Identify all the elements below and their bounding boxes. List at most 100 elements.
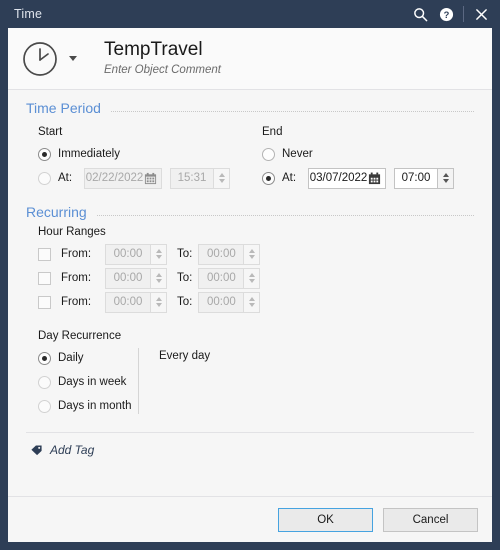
days-in-month-label: Days in month	[58, 400, 132, 412]
end-label: End	[262, 126, 283, 138]
object-titles: TempTravel Enter Object Comment	[104, 39, 221, 78]
hour-range-to-stepper[interactable]	[244, 291, 261, 313]
start-immediately-label: Immediately	[58, 148, 120, 160]
stepper-up-icon	[248, 273, 255, 277]
object-comment[interactable]: Enter Object Comment	[104, 62, 221, 78]
hour-range-to-stepper[interactable]	[244, 243, 261, 265]
hour-ranges-label: Hour Ranges	[38, 226, 106, 238]
stepper-down-icon	[442, 179, 449, 183]
start-at-radio[interactable]	[38, 171, 51, 185]
stepper-down-icon	[248, 303, 255, 307]
dialog-content: Time Period Start Immediately At: 02/22/…	[8, 90, 492, 496]
hour-range-from-label: From:	[61, 248, 92, 260]
start-at-row[interactable]: At: 02/22/2022 15:31	[38, 166, 250, 190]
object-header: TempTravel Enter Object Comment	[8, 28, 492, 90]
daily-label: Daily	[58, 352, 84, 364]
object-name: TempTravel	[104, 39, 203, 60]
hour-range-to-input[interactable]: 00:00	[198, 243, 245, 265]
hour-range-to-label: To:	[177, 272, 193, 284]
tag-icon	[31, 444, 42, 455]
start-time-input[interactable]: 15:31	[170, 167, 214, 189]
start-immediately-radio[interactable]	[38, 147, 51, 161]
hour-range-from-stepper[interactable]	[151, 243, 167, 265]
title-bar: Time ?	[0, 0, 500, 28]
hour-range-from-input[interactable]: 00:00	[105, 291, 151, 313]
hour-range-row: From: 00:00 To: 00:00	[38, 242, 474, 266]
hour-range-row: From: 00:00 To: 00:00	[38, 266, 474, 290]
day-recurrence-label: Day Recurrence	[38, 330, 122, 342]
stepper-down-icon	[248, 279, 255, 283]
hour-range-row: From: 00:00 To: 00:00	[38, 290, 474, 314]
search-icon[interactable]	[407, 1, 433, 27]
end-time-stepper[interactable]	[438, 167, 454, 189]
close-icon[interactable]	[468, 1, 494, 27]
window-title: Time	[14, 7, 43, 21]
end-time-input[interactable]: 07:00	[394, 167, 438, 189]
hour-range-checkbox[interactable]	[38, 247, 51, 261]
end-never-radio-row[interactable]: Never	[262, 142, 474, 166]
hour-range-from-stepper[interactable]	[151, 291, 167, 313]
ok-button[interactable]: OK	[278, 507, 373, 532]
chevron-down-icon	[69, 56, 77, 61]
hour-range-to-input[interactable]: 00:00	[198, 267, 245, 289]
start-date-input[interactable]: 02/22/2022	[84, 167, 162, 189]
end-at-row[interactable]: At: 03/07/2022 07:00	[262, 166, 474, 190]
day-recurrence-option-daily[interactable]: Daily	[38, 346, 138, 370]
day-recurrence-option-days-in-month[interactable]: Days in month	[38, 394, 138, 418]
hour-range-to-stepper[interactable]	[244, 267, 261, 289]
stepper-up-icon	[155, 249, 162, 253]
daily-radio[interactable]	[38, 351, 51, 365]
hour-range-from-input[interactable]: 00:00	[105, 243, 151, 265]
stepper-up-icon	[155, 297, 162, 301]
hour-range-checkbox[interactable]	[38, 295, 51, 309]
hour-range-from-label: From:	[61, 296, 92, 308]
stepper-down-icon	[155, 279, 162, 283]
hour-range-to-input[interactable]: 00:00	[198, 291, 245, 313]
help-icon[interactable]: ?	[433, 1, 459, 27]
days-in-month-radio[interactable]	[38, 399, 51, 413]
day-recurrence-group: Daily Days in week Days in month Every d…	[26, 346, 474, 418]
hour-range-checkbox[interactable]	[38, 271, 51, 285]
clock-icon	[20, 39, 60, 79]
days-in-week-label: Days in week	[58, 376, 127, 388]
section-title: Recurring	[26, 204, 87, 220]
hour-range-from-input[interactable]: 00:00	[105, 267, 151, 289]
start-immediately-radio-row[interactable]: Immediately	[38, 142, 250, 166]
end-date-input[interactable]: 03/07/2022	[308, 167, 386, 189]
stepper-up-icon	[248, 297, 255, 301]
cancel-button[interactable]: Cancel	[383, 507, 478, 532]
end-at-label: At:	[282, 172, 297, 184]
section-divider	[110, 110, 474, 112]
day-recurrence-option-days-in-week[interactable]: Days in week	[38, 370, 138, 394]
start-column: Start Immediately At: 02/22/2022 15:31	[26, 122, 250, 190]
start-label: Start	[38, 126, 63, 138]
section-time-period-header: Time Period	[26, 100, 474, 116]
object-dropdown-button[interactable]	[64, 44, 82, 74]
section-divider	[96, 214, 474, 216]
dialog-body: TempTravel Enter Object Comment Time Per…	[8, 28, 492, 542]
stepper-up-icon	[155, 273, 162, 277]
time-period-columns: Start Immediately At: 02/22/2022 15:31 E…	[26, 122, 474, 190]
stepper-down-icon	[248, 255, 255, 259]
days-in-week-radio[interactable]	[38, 375, 51, 389]
start-time-stepper[interactable]	[214, 167, 230, 189]
calendar-icon[interactable]	[141, 170, 160, 187]
stepper-up-icon	[442, 173, 449, 177]
stepper-down-icon	[218, 179, 225, 183]
end-never-label: Never	[282, 148, 313, 160]
titlebar-separator	[463, 6, 464, 22]
dialog-footer: OK Cancel	[8, 496, 492, 542]
section-title: Time Period	[26, 100, 101, 116]
end-at-radio[interactable]	[262, 171, 275, 185]
start-at-label: At:	[58, 172, 73, 184]
section-recurring-header: Recurring	[26, 204, 474, 220]
calendar-icon[interactable]	[365, 170, 384, 187]
add-tag-label: Add Tag	[50, 443, 95, 457]
day-recurrence-options: Daily Days in week Days in month	[26, 346, 138, 418]
add-tag-button[interactable]: Add Tag	[26, 433, 474, 457]
hour-range-from-stepper[interactable]	[151, 267, 167, 289]
hour-range-to-label: To:	[177, 296, 193, 308]
hour-range-to-label: To:	[177, 248, 193, 260]
stepper-up-icon	[218, 173, 225, 177]
end-never-radio[interactable]	[262, 147, 275, 161]
